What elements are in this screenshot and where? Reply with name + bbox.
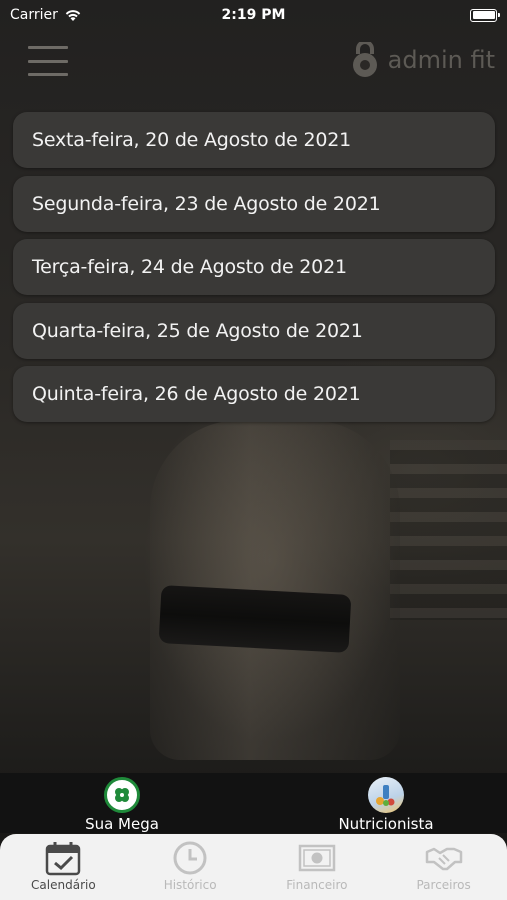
dumbbell-rack	[390, 440, 507, 620]
tab-bar: Calendário Histórico Financeiro Parceiro…	[0, 834, 507, 900]
brand-name: admin fit	[387, 46, 495, 74]
date-item[interactable]: Segunda-feira, 23 de Agosto de 2021	[13, 175, 495, 232]
hamburger-menu-button[interactable]	[28, 46, 68, 76]
date-item[interactable]: Quinta-feira, 26 de Agosto de 2021	[13, 366, 495, 422]
nutrition-icon	[368, 777, 404, 813]
date-item[interactable]: Quarta-feira, 25 de Agosto de 2021	[13, 302, 495, 359]
date-label: Segunda-feira, 23 de Agosto de 2021	[32, 192, 381, 215]
clover-icon	[104, 777, 140, 813]
date-label: Terça-feira, 24 de Agosto de 2021	[32, 256, 347, 278]
tab-historico[interactable]: Histórico	[127, 834, 254, 900]
tab-label: Calendário	[31, 878, 96, 892]
sua-mega-label: Sua Mega	[85, 815, 159, 833]
tab-financeiro[interactable]: Financeiro	[254, 834, 381, 900]
date-label: Quarta-feira, 25 de Agosto de 2021	[32, 319, 363, 342]
status-bar: Carrier 2:19 PM	[0, 0, 507, 30]
date-item[interactable]: Sexta-feira, 20 de Agosto de 2021	[13, 112, 495, 168]
date-item[interactable]: Terça-feira, 24 de Agosto de 2021	[13, 239, 495, 295]
tab-parceiros[interactable]: Parceiros	[380, 834, 507, 900]
banknote-icon	[298, 844, 336, 872]
date-label: Quinta-feira, 26 de Agosto de 2021	[32, 383, 361, 405]
clock-icon	[173, 841, 207, 875]
battery-icon	[470, 8, 500, 22]
calendar-check-icon	[46, 842, 81, 876]
hamburger-icon	[28, 46, 68, 49]
brand-logo: admin fit	[348, 42, 495, 78]
lifting-belt	[158, 585, 352, 653]
tab-label: Parceiros	[416, 878, 471, 892]
tab-label: Histórico	[163, 878, 217, 892]
sua-mega-link[interactable]: Sua Mega	[72, 777, 172, 833]
tab-label: Financeiro	[286, 878, 348, 892]
handshake-icon	[425, 847, 462, 871]
nutricionista-label: Nutricionista	[338, 815, 434, 833]
nutricionista-link[interactable]: Nutricionista	[326, 777, 446, 833]
tab-calendario[interactable]: Calendário	[0, 834, 127, 900]
kettlebell-icon	[352, 42, 377, 77]
date-label: Sexta-feira, 20 de Agosto de 2021	[32, 129, 352, 151]
date-list: Sexta-feira, 20 de Agosto de 2021 Segund…	[13, 112, 495, 430]
wifi-icon	[65, 10, 81, 21]
carrier-label: Carrier	[10, 7, 58, 23]
quick-links-bar: Sua Mega Nutricionista	[0, 773, 507, 833]
